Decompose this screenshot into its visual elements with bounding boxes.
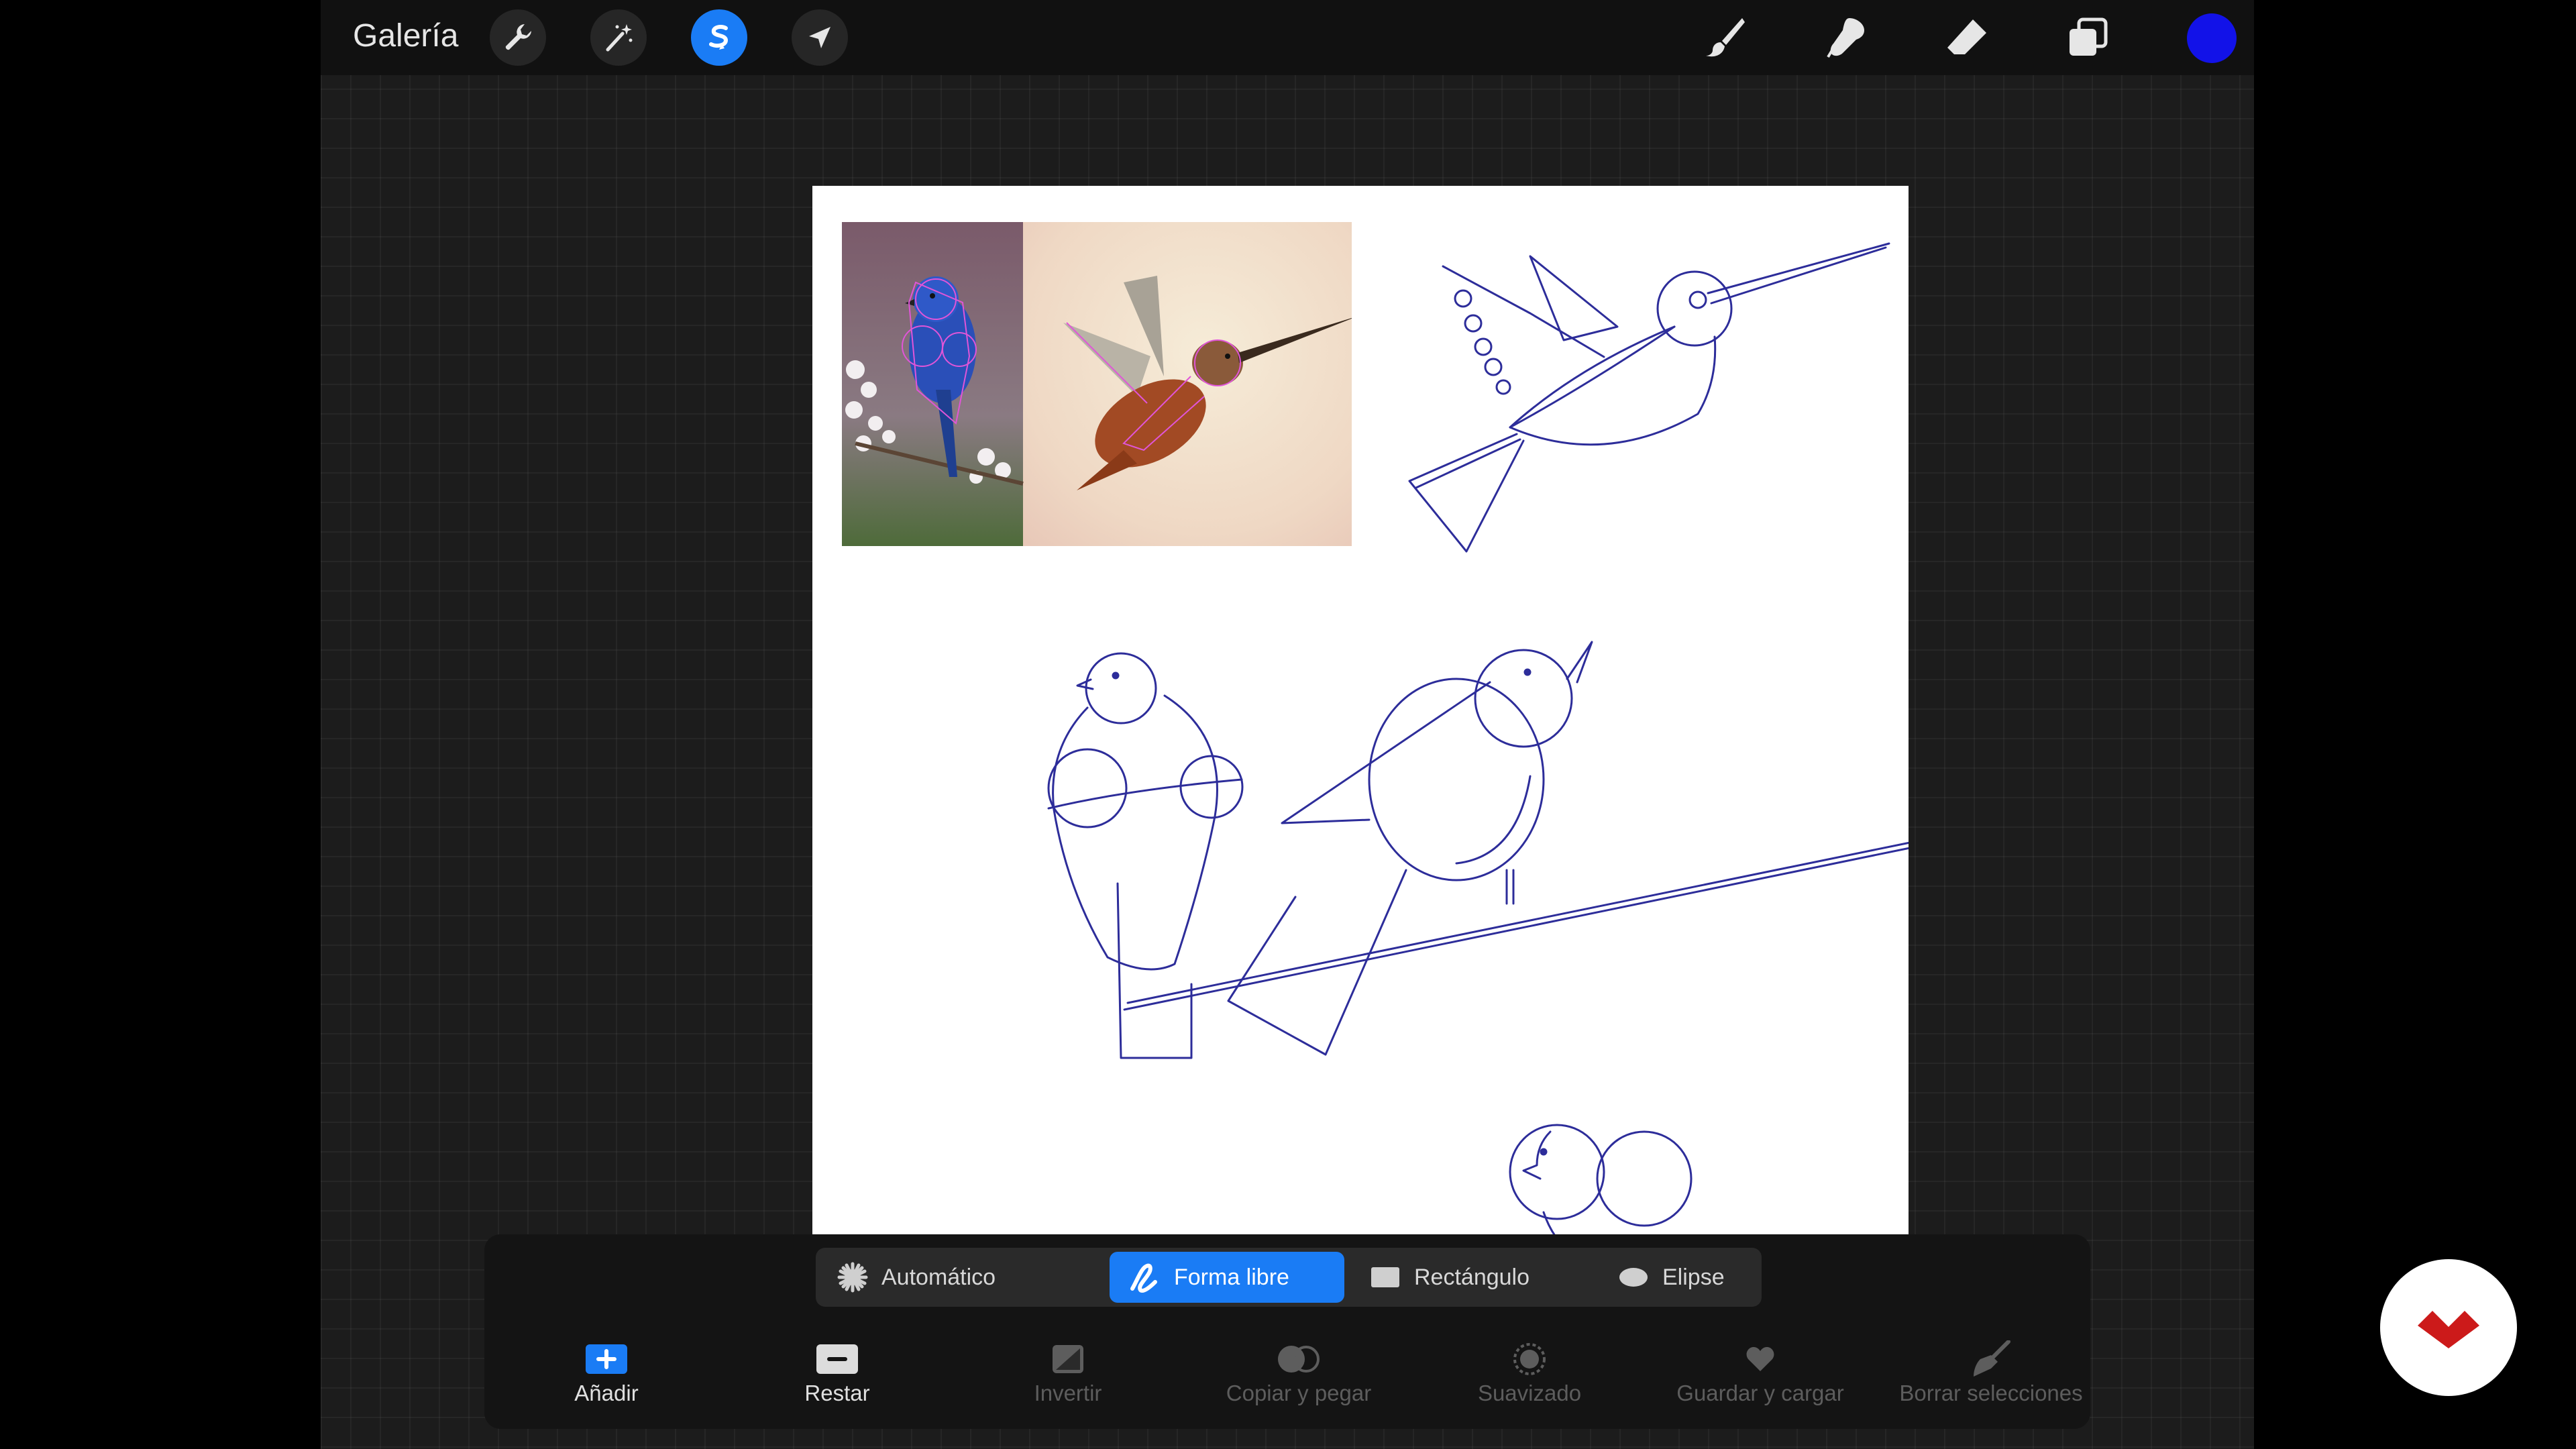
copy-paste-icon <box>1278 1346 1320 1373</box>
brand-logo-icon <box>2380 1259 2517 1396</box>
feather-button[interactable]: Suavizado <box>1422 1340 1637 1406</box>
eraser-icon[interactable] <box>1939 9 1995 66</box>
save-load-button[interactable]: Guardar y cargar <box>1653 1340 1868 1406</box>
selection-mode-bar: Automático Forma libre Rectángulo Elipse <box>816 1248 1762 1307</box>
add-button[interactable]: Añadir <box>499 1340 714 1406</box>
subtract-icon <box>816 1344 858 1374</box>
rectangle-icon <box>1371 1267 1399 1287</box>
broom-icon <box>1974 1340 2010 1377</box>
magic-wand-icon[interactable] <box>590 9 647 66</box>
feather-icon <box>1513 1343 1546 1375</box>
mode-freehand-label: Forma libre <box>1174 1264 1289 1290</box>
mode-rectangle-label: Rectángulo <box>1414 1264 1530 1290</box>
drawing-canvas[interactable] <box>812 186 1909 1236</box>
heart-icon <box>1746 1347 1774 1371</box>
top-toolbar: Galería <box>321 0 2254 75</box>
mode-rectangle[interactable]: Rectángulo <box>1352 1252 1574 1303</box>
mode-automatic[interactable]: Automático <box>820 1252 1108 1303</box>
brush-icon[interactable] <box>1697 9 1754 66</box>
add-icon <box>586 1344 627 1374</box>
move-arrow-icon[interactable] <box>792 9 848 66</box>
freehand-icon <box>1130 1263 1157 1293</box>
copy-paste-label: Copiar y pegar <box>1226 1381 1372 1405</box>
bird-sketches <box>1047 242 1909 1236</box>
starburst-icon <box>837 1262 868 1293</box>
ellipse-icon <box>1619 1268 1648 1287</box>
invert-label: Invertir <box>1034 1381 1102 1405</box>
add-label: Añadir <box>574 1381 639 1405</box>
mode-ellipse-label: Elipse <box>1662 1264 1725 1290</box>
save-load-label: Guardar y cargar <box>1676 1381 1844 1405</box>
mode-automatic-label: Automático <box>881 1264 996 1290</box>
procreate-app: Galería Automático Forma libre Rectángul… <box>321 0 2254 1449</box>
color-picker-swatch[interactable] <box>2187 13 2237 63</box>
mode-ellipse[interactable]: Elipse <box>1601 1252 1755 1303</box>
subtract-label: Restar <box>804 1381 870 1405</box>
selection-panel: Automático Forma libre Rectángulo Elipse <box>484 1234 2090 1429</box>
selection-s-icon[interactable] <box>691 9 747 66</box>
clear-selection-label: Borrar selecciones <box>1899 1381 2083 1405</box>
mode-freehand[interactable]: Forma libre <box>1110 1252 1344 1303</box>
gallery-button[interactable]: Galería <box>353 17 458 54</box>
subtract-button[interactable]: Restar <box>730 1340 945 1406</box>
layers-icon[interactable] <box>2059 9 2116 66</box>
feather-label: Suavizado <box>1477 1381 1582 1405</box>
copy-paste-button[interactable]: Copiar y pegar <box>1191 1340 1406 1406</box>
clear-selection-button[interactable]: Borrar selecciones <box>1884 1340 2098 1406</box>
wrench-icon[interactable] <box>490 9 546 66</box>
smudge-icon[interactable] <box>1818 9 1874 66</box>
invert-icon <box>1053 1345 1083 1373</box>
invert-button[interactable]: Invertir <box>961 1340 1175 1406</box>
